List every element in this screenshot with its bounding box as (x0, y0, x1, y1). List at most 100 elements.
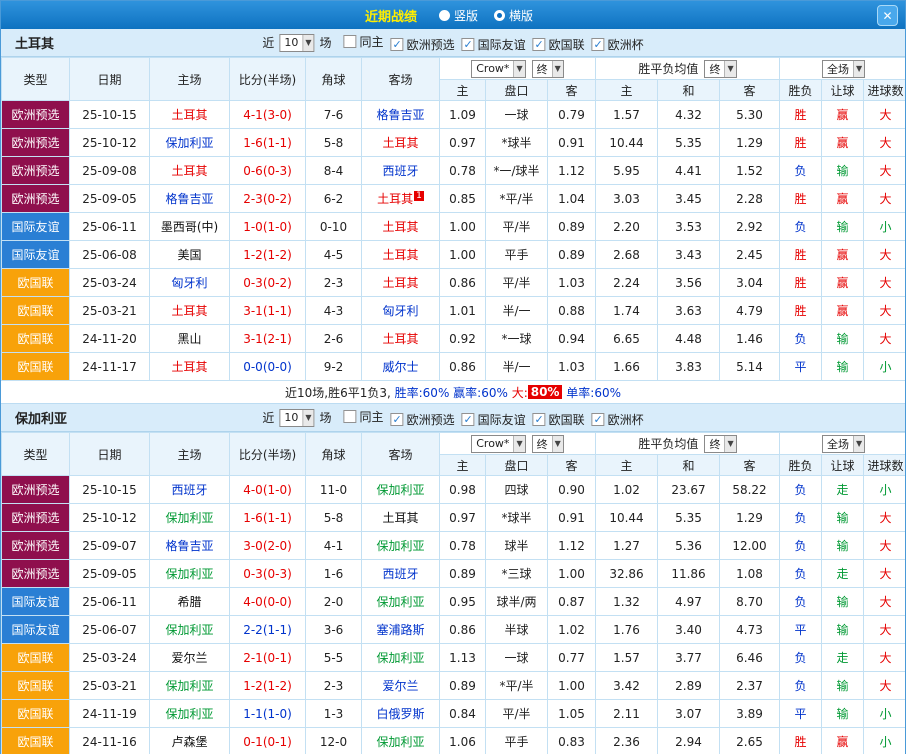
home-team-link[interactable]: 卢森堡 (150, 728, 230, 754)
scope-select[interactable]: 全场 ▼ (822, 435, 865, 453)
handicap-result: 走 (822, 560, 864, 588)
filter-checkbox[interactable]: ✓欧洲预选 (391, 36, 455, 53)
col-goals: 进球数 (864, 80, 906, 101)
result: 胜 (780, 297, 822, 325)
handicap-line: 平手 (486, 241, 548, 269)
away-team-link[interactable]: 土耳其 (362, 504, 440, 532)
final-odds-select[interactable]: 终 ▼ (532, 435, 564, 453)
filter-checkbox[interactable]: ✓国际友谊 (462, 411, 526, 428)
match-row: 欧国联24-11-16卢森堡0-1(0-1)12-0保加利亚1.06平手0.83… (2, 728, 906, 754)
home-team-link[interactable]: 土耳其 (150, 297, 230, 325)
home-team-link[interactable]: 保加利亚 (150, 700, 230, 728)
home-team-link[interactable]: 匈牙利 (150, 269, 230, 297)
match-count-value: 10 (284, 36, 298, 49)
col-odds-away: 客 (548, 455, 596, 476)
away-team-link[interactable]: 西班牙 (362, 560, 440, 588)
bookmaker-select[interactable]: Crow* ▼ (471, 435, 525, 453)
home-team-link[interactable]: 西班牙 (150, 476, 230, 504)
checkbox-unchecked-icon (344, 35, 357, 48)
filter-checkbox[interactable]: ✓欧洲预选 (391, 411, 455, 428)
score-halftime: 1-6(1-1) (230, 504, 306, 532)
goals-result: 大 (864, 672, 906, 700)
home-team-link[interactable]: 希腊 (150, 588, 230, 616)
avg-final-select[interactable]: 终 ▼ (704, 60, 736, 78)
home-team-link[interactable]: 墨西哥(中) (150, 213, 230, 241)
match-count-select[interactable]: 10 ▼ (279, 409, 314, 427)
avg-odds-draw: 2.94 (658, 728, 720, 754)
away-team-link[interactable]: 土耳其 (362, 129, 440, 157)
away-team-link[interactable]: 土耳其 (362, 269, 440, 297)
chevron-down-icon: ▼ (853, 61, 864, 77)
away-team-link[interactable]: 保加利亚 (362, 588, 440, 616)
match-date: 25-10-15 (70, 101, 150, 129)
col-avg-draw: 和 (658, 80, 720, 101)
away-team-link[interactable]: 爱尔兰 (362, 672, 440, 700)
away-team-link[interactable]: 西班牙 (362, 157, 440, 185)
away-team-link[interactable]: 匈牙利 (362, 297, 440, 325)
home-team-link[interactable]: 土耳其 (150, 101, 230, 129)
filter-checkbox[interactable]: 同主 (344, 33, 384, 50)
corners: 3-6 (306, 616, 362, 644)
handicap-result: 输 (822, 672, 864, 700)
bookmaker-select[interactable]: Crow* ▼ (471, 60, 525, 78)
home-team-link[interactable]: 保加利亚 (150, 560, 230, 588)
chevron-down-icon: ▼ (552, 61, 563, 77)
home-team-link[interactable]: 美国 (150, 241, 230, 269)
home-team-link[interactable]: 土耳其 (150, 353, 230, 381)
away-team-link[interactable]: 保加利亚 (362, 644, 440, 672)
match-row: 欧国联25-03-21土耳其3-1(1-1)4-3匈牙利1.01半/一0.881… (2, 297, 906, 325)
scope-select[interactable]: 全场 ▼ (822, 60, 865, 78)
home-team-link[interactable]: 土耳其 (150, 157, 230, 185)
away-team-link[interactable]: 威尔士 (362, 353, 440, 381)
filter-checkbox[interactable]: ✓欧洲杯 (592, 36, 644, 53)
layout-vertical-label: 竖版 (454, 7, 478, 24)
layout-vertical-radio[interactable]: 竖版 (439, 7, 478, 24)
away-team-link[interactable]: 格鲁吉亚 (362, 101, 440, 129)
away-team-link[interactable]: 土耳其 (362, 325, 440, 353)
scope-value: 全场 (827, 436, 849, 452)
match-count-select[interactable]: 10 ▼ (279, 34, 314, 52)
home-team-link[interactable]: 格鲁吉亚 (150, 185, 230, 213)
close-button[interactable]: ✕ (877, 5, 898, 26)
filter-checkbox[interactable]: ✓欧国联 (533, 411, 585, 428)
away-team-link[interactable]: 土耳其1 (362, 185, 440, 213)
competition-type-badge: 欧洲预选 (2, 560, 70, 588)
section-team-name: 保加利亚 (15, 408, 67, 427)
match-date: 25-10-12 (70, 504, 150, 532)
away-team-link[interactable]: 白俄罗斯 (362, 700, 440, 728)
score-halftime: 2-1(0-1) (230, 644, 306, 672)
score-halftime: 0-6(0-3) (230, 157, 306, 185)
handicap-result: 走 (822, 476, 864, 504)
home-team-link[interactable]: 保加利亚 (150, 504, 230, 532)
away-team-link[interactable]: 土耳其 (362, 213, 440, 241)
away-team-link[interactable]: 塞浦路斯 (362, 616, 440, 644)
filter-checkbox[interactable]: ✓欧国联 (533, 36, 585, 53)
final-odds-select[interactable]: 终 ▼ (532, 60, 564, 78)
avg-final-select[interactable]: 终 ▼ (704, 435, 736, 453)
layout-horizontal-radio[interactable]: 横版 (494, 7, 533, 24)
away-team-link[interactable]: 保加利亚 (362, 532, 440, 560)
filter-checkbox[interactable]: ✓国际友谊 (462, 36, 526, 53)
away-team-link[interactable]: 保加利亚 (362, 476, 440, 504)
home-team-link[interactable]: 格鲁吉亚 (150, 532, 230, 560)
avg-odds-home: 1.57 (596, 644, 658, 672)
filter-checkbox[interactable]: 同主 (344, 408, 384, 425)
home-team-link[interactable]: 保加利亚 (150, 672, 230, 700)
handicap-odds-away: 1.12 (548, 157, 596, 185)
away-team-link[interactable]: 保加利亚 (362, 728, 440, 754)
avg-odds-draw: 3.56 (658, 269, 720, 297)
home-team-link[interactable]: 黑山 (150, 325, 230, 353)
result: 负 (780, 476, 822, 504)
filter-checkbox[interactable]: ✓欧洲杯 (592, 411, 644, 428)
handicap-odds-home: 0.86 (440, 353, 486, 381)
home-team-link[interactable]: 爱尔兰 (150, 644, 230, 672)
home-team-link[interactable]: 保加利亚 (150, 616, 230, 644)
home-team-link[interactable]: 保加利亚 (150, 129, 230, 157)
final-odds-value: 终 (537, 61, 548, 77)
goals-result: 大 (864, 129, 906, 157)
match-date: 25-10-12 (70, 129, 150, 157)
handicap-odds-home: 0.89 (440, 672, 486, 700)
score-halftime: 3-1(2-1) (230, 325, 306, 353)
away-team-link[interactable]: 土耳其 (362, 241, 440, 269)
matches-table: 类型 日期 主场 比分(半场) 角球 客场 Crow* ▼ 终 (1, 432, 906, 754)
